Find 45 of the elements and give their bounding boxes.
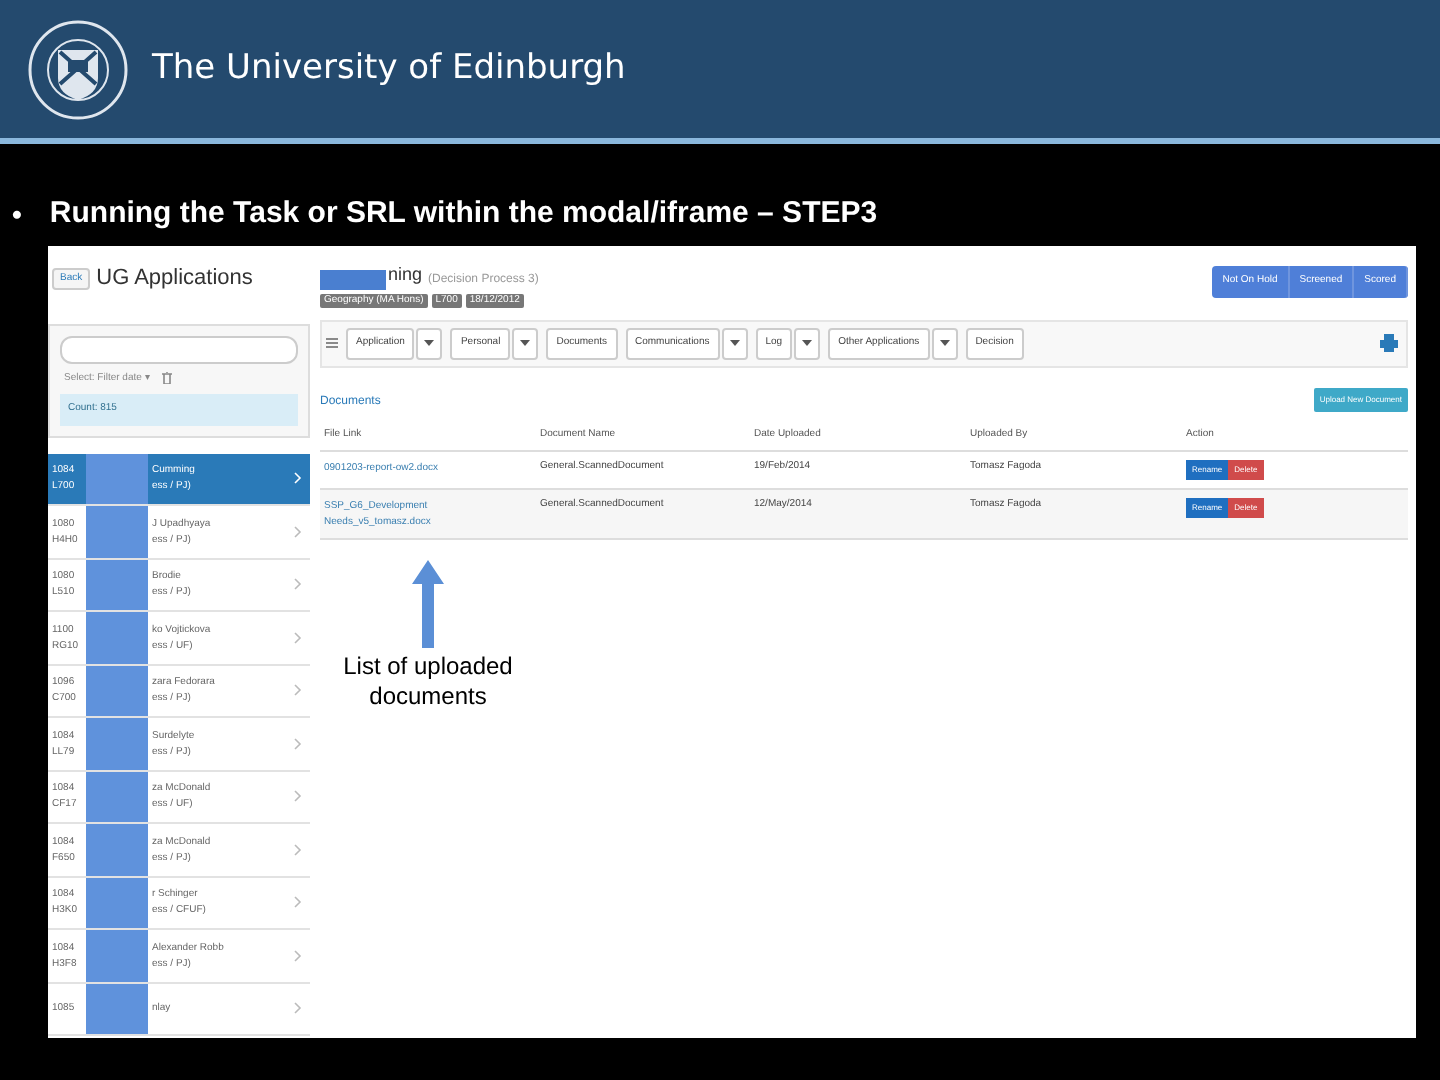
dropdown-toggle[interactable]: [416, 328, 443, 359]
caret-icon: [424, 339, 435, 348]
redaction-block: [86, 453, 148, 504]
university-name: The University of Edinburgh: [152, 45, 626, 92]
redaction-block: [86, 930, 148, 981]
chevron-icon: [294, 1002, 302, 1015]
dropdown-toggle[interactable]: [721, 328, 748, 359]
redaction-block: [86, 506, 148, 557]
applicant-title: ning: [388, 262, 423, 288]
redaction-block: [86, 665, 148, 716]
panel-title: UG Applications: [96, 264, 253, 294]
redaction-block: [86, 559, 148, 610]
chevron-icon: [294, 790, 302, 803]
chevron-icon: [294, 631, 302, 644]
redaction-block: [86, 771, 148, 822]
caret-icon: [802, 339, 813, 348]
chevron-icon: [294, 896, 302, 909]
dropdown-toggle[interactable]: [794, 328, 821, 359]
menu-icon[interactable]: [326, 338, 338, 349]
chevron-icon: [294, 843, 302, 856]
chevron-icon: [294, 737, 302, 750]
up-arrow-icon: [412, 560, 444, 648]
search-field[interactable]: [60, 335, 298, 363]
chevron-icon: [294, 472, 302, 485]
chevron-icon: [294, 684, 302, 697]
redaction-block: [86, 612, 148, 663]
redaction-block: [320, 269, 386, 289]
dropdown-toggle[interactable]: [931, 328, 958, 359]
caret-icon: [939, 339, 950, 348]
redaction-block: [86, 718, 148, 769]
slide-title: Running the Task or SRL within the modal/iframe – STEP3: [49, 193, 878, 234]
chevron-icon: [294, 949, 302, 962]
print-icon[interactable]: [1380, 334, 1398, 353]
chevron-icon: [294, 525, 302, 538]
bullet-mark: •: [12, 195, 22, 233]
trash-icon[interactable]: [162, 372, 173, 385]
caret-icon: [520, 339, 531, 348]
redaction-block: [86, 824, 148, 875]
annotation-text: List of uploaded documents: [341, 652, 515, 712]
redaction-block: [86, 983, 148, 1034]
redaction-block: [86, 877, 148, 928]
crest-logo-icon: [28, 15, 128, 123]
chevron-icon: [294, 578, 302, 591]
caret-icon: [729, 339, 740, 348]
dropdown-toggle[interactable]: [512, 328, 539, 359]
